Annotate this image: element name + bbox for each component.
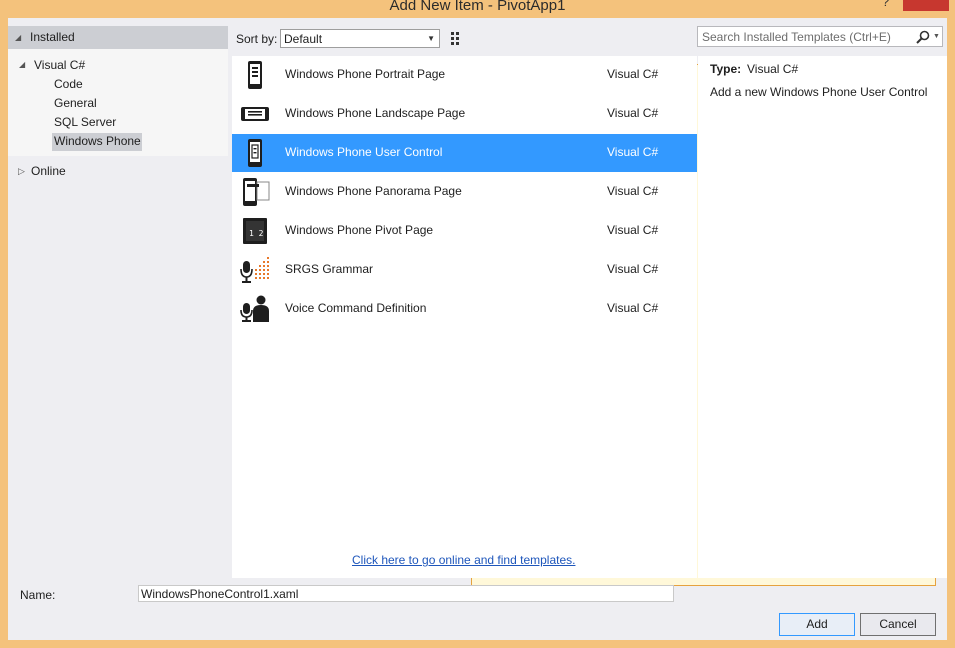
template-item-landscape[interactable]: Windows Phone Landscape Page Visual C# [232,95,697,133]
template-description: Add a new Windows Phone User Control [710,85,928,99]
search-placeholder: Search Installed Templates (Ctrl+E) [702,30,891,44]
grid-view-icon [451,32,459,45]
template-name: SRGS Grammar [285,262,374,276]
template-item-user-control[interactable]: Windows Phone User Control Visual C# [232,134,697,172]
template-item-voice-command[interactable]: Voice Command Definition Visual C# [232,290,697,328]
dialog-body: ◢ Installed ◢ Visual C# Code General SQL… [8,18,947,640]
voice-command-icon [240,295,269,322]
online-templates-link[interactable]: Click here to go online and find templat… [352,553,575,567]
help-button[interactable]: ? [882,0,889,9]
window-title: Add New Item - PivotApp1 [389,0,566,14]
tree-item-sql-server[interactable]: SQL Server [54,114,116,131]
name-field[interactable] [138,585,674,602]
phone-portrait-icon [248,61,262,89]
template-list: Windows Phone Portrait Page Visual C# Wi… [232,56,697,578]
template-language: Visual C# [607,67,659,81]
sort-toolbar: Sort by: Default ▼ [232,26,936,586]
template-language: Visual C# [607,184,659,198]
user-control-icon [248,139,262,167]
add-button[interactable]: Add [779,613,855,636]
tree-item-windows-phone[interactable]: Windows Phone [54,133,141,150]
template-item-pivot[interactable]: 1 2 Windows Phone Pivot Page Visual C# [232,212,697,250]
template-language: Visual C# [607,301,659,315]
tree-item-installed[interactable]: Installed [30,29,75,46]
template-name: Windows Phone Portrait Page [285,67,446,81]
expanded-triangle-icon[interactable]: ◢ [19,60,25,69]
tree-item-visual-csharp[interactable]: Visual C# [34,57,85,74]
template-name: Windows Phone Landscape Page [285,106,466,120]
small-icons-view-button[interactable] [447,29,467,49]
pivot-icon: 1 2 [243,218,267,244]
tree-item-general[interactable]: General [54,95,97,112]
template-language: Visual C# [607,106,659,120]
template-item-panorama[interactable]: Windows Phone Panorama Page Visual C# [232,173,697,211]
title-bar: Add New Item - PivotApp1 ? [0,0,955,18]
close-button[interactable] [903,0,949,11]
name-label: Name: [20,588,56,602]
sort-label: Sort by: [236,32,278,46]
template-name: Voice Command Definition [285,301,427,315]
cancel-button[interactable]: Cancel [860,613,936,636]
template-item-srgs[interactable]: SRGS Grammar Visual C# [232,251,697,289]
category-tree: ◢ Installed ◢ Visual C# Code General SQL… [8,20,228,578]
template-language: Visual C# [607,223,659,237]
sort-select[interactable]: Default ▼ [280,29,440,48]
panorama-icon [243,178,270,206]
template-item-portrait[interactable]: Windows Phone Portrait Page Visual C# [232,56,697,94]
details-pane: Type: Visual C# Add a new Windows Phone … [698,56,947,578]
type-value: Visual C# [747,62,799,76]
type-label: Type: [710,62,742,76]
tree-item-online[interactable]: Online [31,163,66,180]
svg-text:1 2: 1 2 [249,229,264,238]
srgs-grammar-icon [240,257,269,283]
template-name: Windows Phone Pivot Page [285,223,434,237]
template-language: Visual C# [607,262,659,276]
phone-landscape-icon [241,107,269,121]
sort-value: Default [284,32,323,46]
collapsed-triangle-icon[interactable]: ▷ [18,166,25,177]
tree-installed-header[interactable]: ◢ Installed [8,26,228,49]
search-icon[interactable] [915,29,931,45]
search-templates-input[interactable]: Search Installed Templates (Ctrl+E) ▼ [697,26,943,47]
template-name: Windows Phone Panorama Page [285,184,462,198]
template-language: Visual C# [607,145,659,159]
template-name: Windows Phone User Control [285,145,443,159]
search-dropdown-icon[interactable]: ▼ [933,33,940,40]
tree-item-code[interactable]: Code [54,76,83,93]
expanded-triangle-icon[interactable]: ◢ [15,33,21,42]
dropdown-arrow-icon: ▼ [427,34,435,43]
